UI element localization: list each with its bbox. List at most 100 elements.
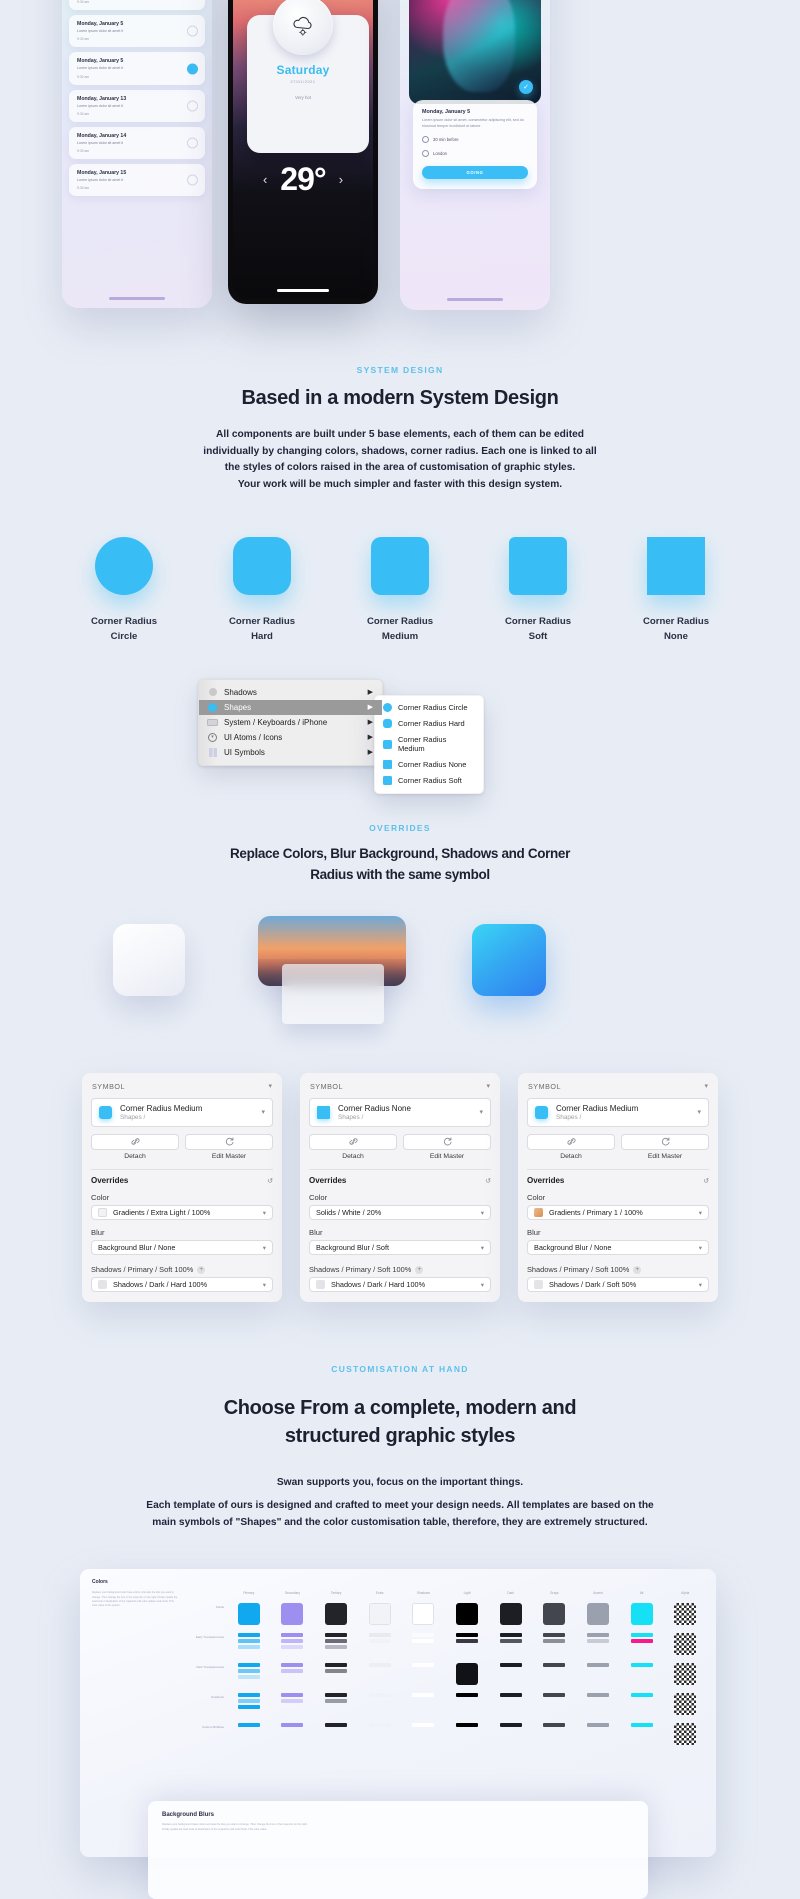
- list-item[interactable]: Monday, January 14 Lorem ipsum dolor sit…: [69, 126, 205, 160]
- swatch-cell[interactable]: [535, 1723, 573, 1745]
- swatch-cell[interactable]: [535, 1693, 573, 1715]
- swatch-cell[interactable]: [579, 1603, 617, 1626]
- chevron-down-icon[interactable]: ▾: [704, 1082, 708, 1090]
- swatch-cell[interactable]: [274, 1603, 312, 1626]
- submenu-item-corner-radius-medium[interactable]: Corner Radius Medium: [375, 732, 483, 757]
- chevron-down-icon[interactable]: ▾: [263, 1209, 266, 1217]
- chevron-down-icon[interactable]: ▾: [261, 1108, 265, 1116]
- chevron-down-icon[interactable]: ▾: [699, 1244, 702, 1252]
- chevron-down-icon[interactable]: ▾: [697, 1108, 701, 1116]
- add-icon[interactable]: +: [197, 1265, 206, 1274]
- chevron-down-icon[interactable]: ▾: [263, 1244, 266, 1252]
- edit-master-button[interactable]: [403, 1133, 491, 1150]
- color-field[interactable]: Gradients / Primary 1 / 100% ▾: [527, 1205, 709, 1221]
- add-icon[interactable]: +: [633, 1265, 642, 1274]
- swatch-cell[interactable]: [579, 1723, 617, 1745]
- menu-item-shadows[interactable]: Shadows ▶: [199, 685, 382, 700]
- swatch-cell[interactable]: [492, 1603, 530, 1626]
- swatch-cell[interactable]: [535, 1603, 573, 1626]
- blur-field[interactable]: Background Blur / Soft ▾: [309, 1240, 491, 1256]
- swatch-cell[interactable]: [317, 1723, 355, 1745]
- submenu-item-corner-radius-hard[interactable]: Corner Radius Hard: [375, 716, 483, 732]
- swatch-cell[interactable]: [579, 1693, 617, 1715]
- event-status-dot-icon[interactable]: [187, 63, 198, 74]
- swatch-cell[interactable]: [666, 1633, 704, 1656]
- swatch-cell[interactable]: [623, 1603, 661, 1626]
- swatch-cell[interactable]: [666, 1663, 704, 1686]
- shadow-field[interactable]: Shadows / Dark / Soft 50% ▾: [527, 1277, 709, 1293]
- swatch-cell[interactable]: [317, 1663, 355, 1685]
- swatch-cell[interactable]: [666, 1603, 704, 1626]
- swatch-cell[interactable]: [448, 1723, 486, 1745]
- swatch-cell[interactable]: [448, 1603, 486, 1626]
- submenu-item-corner-radius-circle[interactable]: Corner Radius Circle: [375, 700, 483, 716]
- symbol-selector[interactable]: Corner Radius Medium Shapes / ▾: [91, 1097, 273, 1127]
- swatch-cell[interactable]: [361, 1633, 399, 1655]
- color-field[interactable]: Solids / White / 20% ▾: [309, 1205, 491, 1221]
- event-status-dot-icon[interactable]: [187, 137, 198, 149]
- color-field[interactable]: Gradients / Extra Light / 100% ▾: [91, 1205, 273, 1221]
- symbol-selector[interactable]: Corner Radius Medium Shapes / ▾: [527, 1097, 709, 1127]
- chevron-down-icon[interactable]: ▾: [699, 1209, 702, 1217]
- swatch-cell[interactable]: [361, 1663, 399, 1685]
- detach-button[interactable]: [309, 1133, 397, 1150]
- list-item[interactable]: Monday, January 5 Lorem ipsum dolor sit …: [69, 52, 205, 85]
- swatch-cell[interactable]: [666, 1693, 704, 1716]
- list-item[interactable]: Monday, January 3 Lorem ipsum dolor sit …: [69, 0, 205, 11]
- chevron-right-icon[interactable]: ›: [339, 172, 343, 187]
- symbol-selector[interactable]: Corner Radius None Shapes / ▾: [309, 1097, 491, 1127]
- chevron-down-icon[interactable]: ▾: [268, 1082, 272, 1090]
- submenu-item-corner-radius-soft[interactable]: Corner Radius Soft: [375, 773, 483, 789]
- swatch-cell[interactable]: [230, 1663, 268, 1685]
- swatch-cell[interactable]: [317, 1603, 355, 1626]
- swatch-cell[interactable]: [666, 1723, 704, 1746]
- swatch-cell[interactable]: [361, 1723, 399, 1745]
- swatch-cell[interactable]: [623, 1663, 661, 1685]
- symbols-menu[interactable]: Shadows ▶ Shapes ▶ System / Keyboards / …: [198, 678, 383, 766]
- going-button[interactable]: GOING: [422, 166, 528, 180]
- chevron-down-icon[interactable]: ▾: [479, 1108, 483, 1116]
- menu-item-shapes[interactable]: Shapes ▶: [199, 699, 382, 715]
- swatch-cell[interactable]: [535, 1663, 573, 1685]
- add-icon[interactable]: +: [415, 1265, 424, 1274]
- swatch-cell[interactable]: [405, 1723, 443, 1745]
- chevron-down-icon[interactable]: ▾: [481, 1209, 484, 1217]
- swatch-cell[interactable]: [448, 1663, 486, 1686]
- swatch-cell[interactable]: [492, 1633, 530, 1655]
- swatch-cell[interactable]: [274, 1663, 312, 1685]
- swatch-cell[interactable]: [579, 1663, 617, 1685]
- chevron-down-icon[interactable]: ▾: [699, 1281, 702, 1289]
- shadow-field[interactable]: Shadows / Dark / Hard 100% ▾: [309, 1277, 491, 1293]
- submenu-item-corner-radius-none[interactable]: Corner Radius None: [375, 757, 483, 773]
- menu-item-system-keyboards-iphone[interactable]: System / Keyboards / iPhone ▶: [199, 715, 382, 730]
- swatch-cell[interactable]: [623, 1633, 661, 1655]
- blur-field[interactable]: Background Blur / None ▾: [527, 1240, 709, 1256]
- event-status-dot-icon[interactable]: [187, 174, 198, 186]
- swatch-cell[interactable]: [230, 1723, 268, 1745]
- menu-item-ui-symbols[interactable]: UI Symbols ▶: [199, 745, 382, 760]
- swatch-cell[interactable]: [405, 1693, 443, 1715]
- swatch-cell[interactable]: [492, 1693, 530, 1715]
- shadow-field[interactable]: Shadows / Dark / Hard 100% ▾: [91, 1277, 273, 1293]
- swatch-cell[interactable]: [274, 1723, 312, 1745]
- swatch-cell[interactable]: [492, 1663, 530, 1685]
- swatch-cell[interactable]: [448, 1693, 486, 1715]
- swatch-cell[interactable]: [317, 1693, 355, 1715]
- swatch-cell[interactable]: [274, 1633, 312, 1655]
- swatch-cell[interactable]: [230, 1633, 268, 1655]
- event-status-dot-icon[interactable]: [187, 100, 198, 112]
- swatch-cell[interactable]: [535, 1633, 573, 1655]
- swatch-cell[interactable]: [405, 1633, 443, 1655]
- chevron-down-icon[interactable]: ▾: [481, 1244, 484, 1252]
- swatch-cell[interactable]: [361, 1693, 399, 1715]
- edit-master-button[interactable]: [185, 1133, 273, 1150]
- swatch-cell[interactable]: [405, 1603, 443, 1626]
- swatch-cell[interactable]: [623, 1693, 661, 1715]
- event-status-dot-icon[interactable]: [187, 25, 198, 37]
- swatch-cell[interactable]: [230, 1693, 268, 1715]
- list-item[interactable]: Monday, January 5 Lorem ipsum dolor sit …: [69, 15, 205, 48]
- menu-item-ui-atoms-icons[interactable]: ▾ UI Atoms / Icons ▶: [199, 730, 382, 745]
- reset-icon[interactable]: ↺: [485, 1177, 491, 1185]
- swatch-cell[interactable]: [317, 1633, 355, 1655]
- swatch-cell[interactable]: [623, 1723, 661, 1745]
